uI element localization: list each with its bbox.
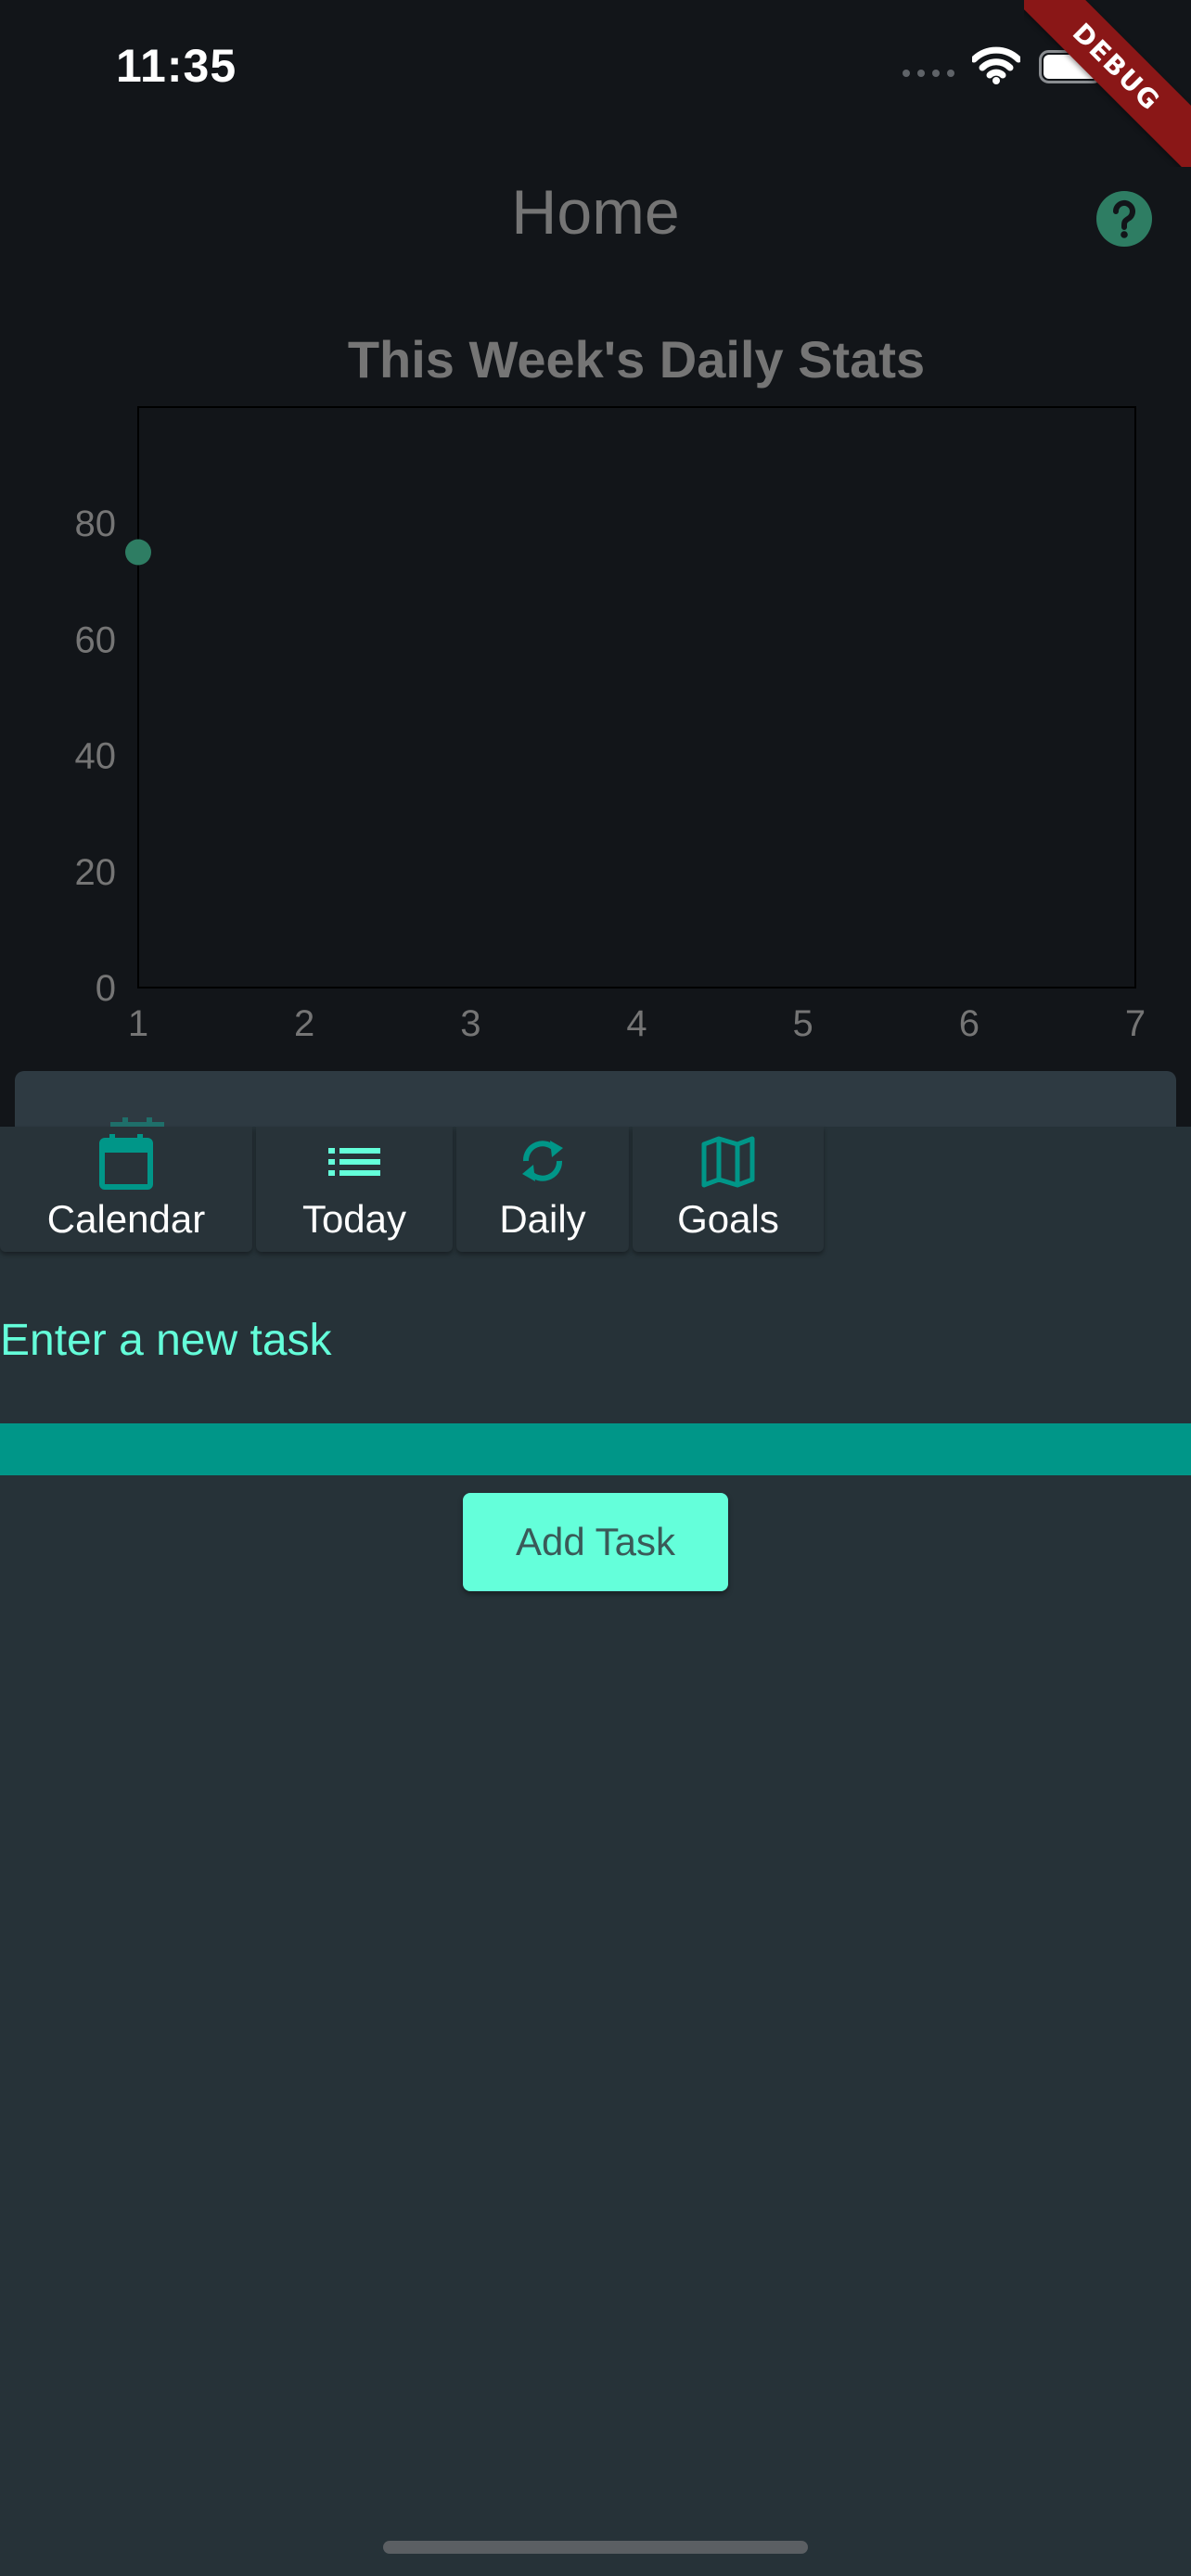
chart-series bbox=[125, 539, 151, 566]
y-tick-label: 20 bbox=[75, 852, 117, 893]
x-tick-label: 1 bbox=[128, 1003, 148, 1039]
daily-stats-chart: 0 20 40 60 80 1 2 3 4 5 6 7 bbox=[75, 406, 1146, 1039]
x-tick-label: 7 bbox=[1125, 1003, 1146, 1039]
tab-label: Daily bbox=[499, 1197, 586, 1241]
x-tick-label: 5 bbox=[793, 1003, 813, 1039]
y-tick-label: 40 bbox=[75, 736, 117, 777]
tab-today[interactable]: Today bbox=[256, 1127, 453, 1252]
x-tick-label: 3 bbox=[460, 1003, 480, 1039]
status-time: 11:35 bbox=[116, 40, 237, 92]
wifi-icon bbox=[972, 46, 1020, 84]
page-title: Home bbox=[511, 177, 680, 248]
y-tick-label: 80 bbox=[75, 504, 117, 544]
tab-label: Today bbox=[301, 1197, 407, 1241]
data-point bbox=[125, 539, 151, 566]
tab-label: Calendar bbox=[46, 1197, 206, 1241]
map-icon bbox=[701, 1136, 755, 1188]
refresh-icon bbox=[522, 1141, 563, 1181]
x-tick-label: 2 bbox=[294, 1003, 314, 1039]
y-tick-label: 60 bbox=[75, 619, 117, 660]
home-indicator[interactable] bbox=[383, 2541, 808, 2554]
tab-daily[interactable]: Daily bbox=[456, 1127, 629, 1252]
help-circle-icon[interactable] bbox=[1095, 189, 1154, 249]
tab-bar: Calendar Today Daily Goals bbox=[0, 1127, 827, 1252]
x-axis-ticks: 1 2 3 4 5 6 7 bbox=[128, 1003, 1146, 1039]
y-axis-ticks: 0 20 40 60 80 bbox=[75, 504, 117, 1009]
y-tick-label: 0 bbox=[96, 968, 116, 1009]
calendar-icon bbox=[99, 1134, 153, 1190]
chart-title: This Week's Daily Stats bbox=[347, 330, 926, 389]
new-task-input[interactable] bbox=[0, 1298, 1191, 1382]
add-task-button[interactable]: Add Task bbox=[463, 1493, 728, 1591]
battery-icon bbox=[1039, 50, 1108, 83]
list-icon bbox=[328, 1148, 380, 1176]
tab-calendar[interactable]: Calendar bbox=[0, 1127, 252, 1252]
x-tick-label: 4 bbox=[626, 1003, 647, 1039]
tab-label: Goals bbox=[677, 1197, 779, 1241]
status-bar: 11:35 bbox=[0, 0, 1191, 139]
input-underline bbox=[0, 1423, 1191, 1475]
tab-goals[interactable]: Goals bbox=[633, 1127, 824, 1252]
task-sheet: Calendar Today Daily Goals Enter a new t… bbox=[0, 1127, 1191, 2576]
signal-dots-icon bbox=[903, 70, 954, 77]
x-tick-label: 6 bbox=[959, 1003, 980, 1039]
chart-plot-area bbox=[137, 406, 1136, 988]
